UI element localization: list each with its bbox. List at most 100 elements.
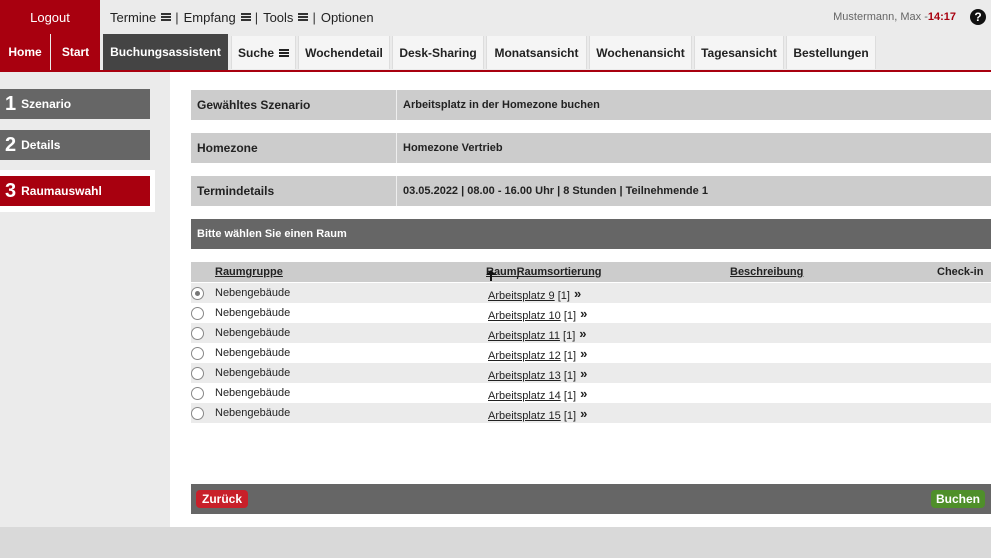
back-button[interactable]: Zurück — [196, 490, 249, 508]
room-radio[interactable] — [191, 287, 204, 300]
room-count: [1] — [557, 290, 570, 302]
room-group: Nebengebäude — [215, 327, 291, 339]
room-cell: Arbeitsplatz 9 [1] » — [488, 286, 588, 302]
double-chevron-right-icon[interactable]: » — [580, 306, 594, 321]
table-row: Nebengebäude Arbeitsplatz 9 [1] » — [191, 283, 991, 303]
room-link[interactable]: Arbeitsplatz 10 — [488, 310, 561, 322]
nav-booking-assistant[interactable]: Buchungsassistent — [103, 34, 228, 70]
room-cell: Arbeitsplatz 12 [1]» — [488, 346, 594, 362]
table-row: Nebengebäude Arbeitsplatz 12 [1]» — [191, 343, 991, 363]
room-count: [1] — [563, 370, 577, 382]
nav-start[interactable]: Start — [51, 34, 100, 70]
logout-button[interactable]: Logout — [0, 0, 100, 34]
top-menu: Termine | Empfang | Tools | Optionen — [110, 0, 374, 34]
double-chevron-right-icon[interactable]: » — [574, 286, 588, 301]
double-chevron-right-icon[interactable]: » — [580, 406, 594, 421]
room-group: Nebengebäude — [215, 347, 291, 359]
menu-optionen[interactable]: Optionen — [321, 10, 374, 25]
menu-empfang[interactable]: Empfang — [184, 10, 251, 25]
book-button[interactable]: Buchen — [930, 490, 985, 508]
nav-month-view[interactable]: Monatsansicht — [486, 36, 587, 69]
footer-bar — [191, 484, 991, 514]
nav-desk-sharing[interactable]: Desk-Sharing — [392, 36, 484, 69]
menu-tools[interactable]: Tools — [263, 9, 309, 25]
room-group: Nebengebäude — [215, 387, 291, 399]
hamburger-icon — [279, 48, 289, 57]
step-scenario[interactable]: 1 Szenario — [0, 89, 150, 119]
room-count: [1] — [563, 310, 577, 322]
double-chevron-right-icon[interactable]: » — [580, 366, 594, 381]
info-value: Arbeitsplatz in der Homezone buchen — [403, 99, 600, 111]
room-count: [1] — [563, 350, 577, 362]
room-link[interactable]: Arbeitsplatz 12 — [488, 350, 561, 362]
info-appointment: Termindetails 03.05.2022 | 08.00 - 16.00… — [191, 176, 991, 206]
step-number: 2 — [5, 133, 17, 156]
double-chevron-right-icon[interactable]: » — [579, 326, 593, 341]
room-link[interactable]: Arbeitsplatz 13 — [488, 370, 561, 382]
room-radio[interactable] — [191, 307, 204, 320]
col-description[interactable]: Beschreibung — [730, 266, 803, 278]
sort-room-order-link[interactable]: Raumsortierung — [517, 266, 602, 278]
room-cell: Arbeitsplatz 15 [1]» — [488, 406, 594, 422]
hamburger-icon — [161, 13, 172, 21]
table-header: Raumgruppe Raum / Raumsortierung Beschre… — [191, 262, 991, 282]
room-radio[interactable] — [191, 387, 204, 400]
info-label: Termindetails — [191, 176, 397, 206]
room-group: Nebengebäude — [215, 367, 291, 379]
step-number: 3 — [5, 179, 17, 202]
col-separator: / — [516, 270, 520, 282]
menu-tools-label: Tools — [263, 9, 294, 25]
nav-day-view[interactable]: Tagesansicht — [694, 36, 784, 69]
help-icon[interactable]: ? — [970, 9, 986, 25]
table-row: Nebengebäude Arbeitsplatz 11 [1]» — [191, 323, 991, 343]
room-link[interactable]: Arbeitsplatz 14 — [488, 390, 561, 402]
room-count: [1] — [563, 390, 577, 402]
user-name: Mustermann, Max - — [833, 11, 928, 23]
table-row: Nebengebäude Arbeitsplatz 10 [1]» — [191, 303, 991, 323]
bottom-bar — [0, 527, 991, 558]
col-room-group-label: Raumgruppe — [215, 266, 283, 278]
room-cell: Arbeitsplatz 11 [1]» — [488, 326, 593, 342]
menu-separator: | — [175, 9, 179, 25]
room-link[interactable]: Arbeitsplatz 11 — [488, 330, 560, 342]
room-cell: Arbeitsplatz 13 [1]» — [488, 366, 594, 382]
hamburger-icon — [298, 13, 309, 21]
nav-search[interactable]: Suche — [231, 36, 296, 69]
info-label: Gewähltes Szenario — [191, 90, 397, 120]
info-label: Homezone — [191, 133, 397, 163]
menu-separator: | — [312, 9, 316, 25]
step-number: 1 — [5, 92, 17, 115]
col-room-group[interactable]: Raumgruppe — [215, 266, 283, 278]
menu-termine-label: Termine — [110, 9, 157, 25]
table-row: Nebengebäude Arbeitsplatz 15 [1]» — [191, 403, 991, 423]
info-scenario: Gewähltes Szenario Arbeitsplatz in der H… — [191, 90, 991, 120]
room-radio[interactable] — [191, 327, 204, 340]
nav-home[interactable]: Home — [0, 34, 50, 70]
room-count: [1] — [563, 410, 577, 422]
col-checkin: Check-in — [937, 266, 984, 278]
current-time: 14:17 — [927, 11, 956, 23]
room-group: Nebengebäude — [215, 307, 291, 319]
step-room-selection[interactable]: 3 Raumauswahl — [0, 176, 150, 206]
room-cell: Arbeitsplatz 10 [1]» — [488, 306, 594, 322]
hamburger-icon — [240, 13, 251, 21]
double-chevron-right-icon[interactable]: » — [580, 386, 594, 401]
room-radio[interactable] — [191, 367, 204, 380]
room-link[interactable]: Arbeitsplatz 9 — [488, 290, 555, 302]
step-details[interactable]: 2 Details — [0, 130, 150, 160]
room-radio[interactable] — [191, 407, 204, 420]
menu-termine[interactable]: Termine — [110, 9, 172, 25]
room-radio[interactable] — [191, 347, 204, 360]
room-cell: Arbeitsplatz 14 [1]» — [488, 386, 594, 402]
nav-orders[interactable]: Bestellungen — [786, 36, 876, 69]
room-group: Nebengebäude — [215, 407, 291, 419]
step-label: Details — [21, 138, 61, 152]
double-chevron-right-icon[interactable]: » — [580, 346, 594, 361]
room-count: [1] — [563, 330, 576, 342]
menu-empfang-label: Empfang — [183, 9, 236, 25]
choose-room-header: Bitte wählen Sie einen Raum — [191, 219, 991, 249]
nav-week-view[interactable]: Wochenansicht — [589, 36, 692, 69]
nav-week-detail[interactable]: Wochendetail — [298, 36, 390, 69]
room-link[interactable]: Arbeitsplatz 15 — [488, 410, 561, 422]
room-group: Nebengebäude — [215, 287, 291, 299]
